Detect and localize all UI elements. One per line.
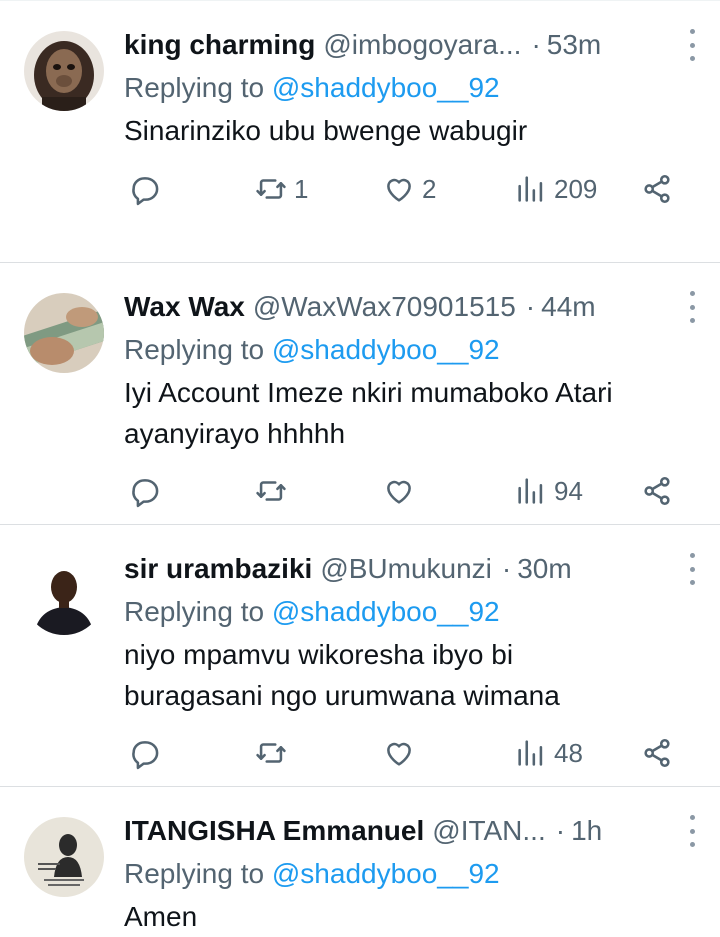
more-icon[interactable]: [682, 553, 702, 585]
retweet-button[interactable]: [254, 733, 294, 773]
display-name[interactable]: ITANGISHA Emmanuel: [124, 809, 424, 853]
reply-icon: [132, 741, 159, 770]
display-name[interactable]: sir urambaziki: [124, 547, 312, 591]
timestamp[interactable]: 53m: [547, 23, 601, 67]
reply-text: niyo mpamvu wikoresha ibyo bi buragasani…: [124, 634, 702, 716]
more-icon[interactable]: [682, 291, 702, 323]
views-icon: [518, 740, 543, 766]
reply-item[interactable]: ITANGISHA Emmanuel @ITAN... · 1h Replyin…: [0, 787, 720, 932]
like-icon: [387, 178, 411, 202]
reply-item[interactable]: king charming @imbogoyara... · 53m Reply…: [0, 1, 720, 263]
reply-text-line: ayanyirayo hhhhh: [124, 418, 346, 449]
share-icon: [644, 476, 670, 506]
avatar[interactable]: [24, 293, 104, 373]
timestamp[interactable]: 1h: [571, 809, 602, 853]
reply-header: Wax Wax @WaxWax70901515 · 44m: [124, 285, 702, 329]
views-icon: [518, 176, 543, 202]
views-button[interactable]: 209: [514, 169, 597, 209]
replying-to: Replying to @shaddyboo__92: [124, 67, 702, 109]
reply-header: sir urambaziki @BUmukunzi · 30m: [124, 547, 702, 591]
reply-header: ITANGISHA Emmanuel @ITAN... · 1h: [124, 809, 702, 853]
reply-content: sir urambaziki @BUmukunzi · 30m Replying…: [124, 547, 702, 716]
reply-text-line: niyo mpamvu wikoresha ibyo bi: [124, 639, 514, 670]
reply-content: king charming @imbogoyara... · 53m Reply…: [124, 23, 702, 151]
replying-to: Replying to @shaddyboo__92: [124, 591, 702, 633]
retweet-button[interactable]: [254, 471, 294, 511]
username[interactable]: @WaxWax70901515: [253, 285, 516, 329]
retweet-icon: [256, 743, 286, 763]
separator: ·: [531, 29, 541, 60]
display-name[interactable]: Wax Wax: [124, 285, 245, 329]
retweet-button[interactable]: 1: [254, 169, 308, 209]
like-button[interactable]: [382, 471, 422, 511]
separator: ·: [501, 553, 512, 584]
views-button[interactable]: 94: [514, 471, 583, 511]
views-count: 94: [554, 475, 583, 506]
username[interactable]: @BUmukunzi: [320, 547, 492, 591]
mention-link[interactable]: @shaddyboo__92: [272, 72, 500, 103]
share-icon: [644, 174, 670, 204]
share-button[interactable]: [640, 471, 674, 511]
share-icon: [644, 738, 670, 768]
like-button[interactable]: [382, 733, 422, 773]
avatar[interactable]: [24, 555, 104, 635]
retweet-icon: [256, 481, 286, 501]
views-button[interactable]: 48: [514, 733, 583, 773]
mention-link[interactable]: @shaddyboo__92: [272, 596, 500, 627]
reply-button[interactable]: [128, 169, 162, 209]
views-icon: [518, 478, 543, 504]
reply-text: Sinarinziko ubu bwenge wabugir: [124, 115, 528, 146]
reply-button[interactable]: [128, 471, 162, 511]
replying-prefix: Replying to: [124, 858, 265, 889]
replying-to: Replying to @shaddyboo__92: [124, 329, 702, 371]
reply-content: ITANGISHA Emmanuel @ITAN... · 1h Replyin…: [124, 809, 702, 937]
username[interactable]: @ITAN...: [432, 809, 545, 853]
username[interactable]: @imbogoyara...: [323, 23, 521, 67]
reply-icon: [132, 177, 159, 206]
like-icon: [387, 480, 411, 504]
replying-prefix: Replying to: [124, 596, 265, 627]
reply-button[interactable]: [128, 733, 162, 773]
like-button[interactable]: 2: [382, 169, 436, 209]
more-icon[interactable]: [682, 815, 702, 847]
separator: ·: [525, 291, 536, 322]
separator: ·: [555, 815, 566, 846]
reply-text: Iyi Account Imeze nkiri mumaboko Atari a…: [124, 372, 702, 454]
share-button[interactable]: [640, 169, 674, 209]
views-count: 48: [554, 737, 583, 768]
retweet-count: 1: [294, 173, 309, 204]
like-count: 2: [422, 173, 437, 204]
reply-item[interactable]: sir urambaziki @BUmukunzi · 30m Replying…: [0, 525, 720, 787]
reply-item[interactable]: Wax Wax @WaxWax70901515 · 44m Replying t…: [0, 263, 720, 525]
views-count: 209: [554, 173, 598, 204]
mention-link[interactable]: @shaddyboo__92: [272, 858, 500, 889]
retweet-icon: [256, 179, 286, 199]
replies-feed: king charming @imbogoyara... · 53m Reply…: [0, 0, 720, 932]
timestamp[interactable]: 44m: [541, 285, 595, 329]
reply-icon: [132, 479, 159, 508]
reply-header: king charming @imbogoyara... · 53m: [124, 23, 702, 67]
timestamp[interactable]: 30m: [517, 547, 571, 591]
reply-text-line: buragasani ngo urumwana wimana: [124, 680, 560, 711]
reply-content: Wax Wax @WaxWax70901515 · 44m Replying t…: [124, 285, 702, 454]
action-bar: 48: [124, 733, 680, 773]
display-name[interactable]: king charming: [124, 23, 315, 67]
avatar[interactable]: [24, 817, 104, 897]
action-bar: 94: [124, 471, 680, 511]
like-icon: [387, 742, 411, 766]
replying-prefix: Replying to: [124, 334, 265, 365]
share-button[interactable]: [640, 733, 674, 773]
replying-prefix: Replying to: [124, 72, 265, 103]
replying-to: Replying to @shaddyboo__92: [124, 853, 702, 895]
mention-link[interactable]: @shaddyboo__92: [272, 334, 500, 365]
avatar[interactable]: [24, 31, 104, 111]
action-bar: 1 2 209: [124, 169, 680, 209]
more-icon[interactable]: [682, 29, 702, 61]
reply-text-line: Iyi Account Imeze nkiri mumaboko Atari: [124, 377, 613, 408]
